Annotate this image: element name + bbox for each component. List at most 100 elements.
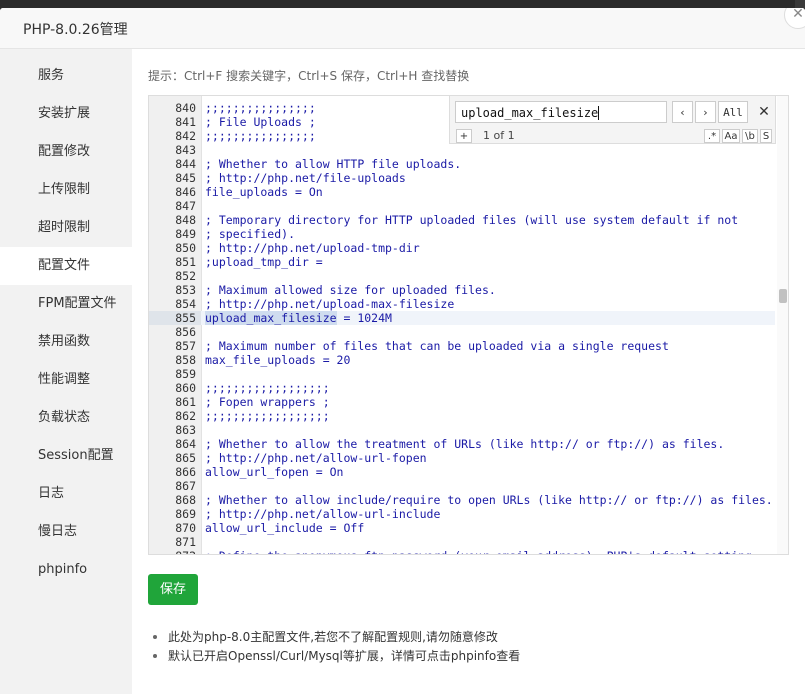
code-line[interactable]: 861 ; Fopen wrappers ; xyxy=(149,395,775,409)
line-text: ;;;;;;;;;;;;;;;; xyxy=(205,101,316,115)
line-text: ;upload_tmp_dir = xyxy=(205,255,323,269)
sidebar-item-upload-limit[interactable]: 上传限制 xyxy=(0,171,132,209)
line-number: 867 xyxy=(175,479,196,493)
editor-scrollbar[interactable] xyxy=(777,96,788,554)
code-line[interactable]: 852 xyxy=(149,269,775,283)
scrollbar-thumb[interactable] xyxy=(779,289,787,303)
line-number: 851 xyxy=(175,255,196,269)
code-line[interactable]: 844 ; Whether to allow HTTP file uploads. xyxy=(149,157,775,171)
line-number: 845 xyxy=(175,171,196,185)
code-line[interactable]: 858 max_file_uploads = 20 xyxy=(149,353,775,367)
code-line[interactable]: 870 allow_url_include = Off xyxy=(149,521,775,535)
sidebar-item-service[interactable]: 服务 xyxy=(0,57,132,95)
line-text: ; Temporary directory for HTTP uploaded … xyxy=(205,213,739,227)
code-line[interactable]: 855 upload_max_filesize = 1024M xyxy=(149,311,775,325)
code-line[interactable]: 846 file_uploads = On xyxy=(149,185,775,199)
line-number: 858 xyxy=(175,353,196,367)
code-line[interactable]: 866 allow_url_fopen = On xyxy=(149,465,775,479)
dialog-title: PHP-8.0.26管理 xyxy=(23,22,128,38)
line-text: ; specified). xyxy=(205,227,296,241)
sidebar-item-config-edit[interactable]: 配置修改 xyxy=(0,133,132,171)
line-number: 842 xyxy=(175,129,196,143)
line-number: 847 xyxy=(175,199,196,213)
line-number: 848 xyxy=(175,213,196,227)
case-sensitive-toggle[interactable]: Aa xyxy=(722,129,740,143)
line-number: 866 xyxy=(175,465,196,479)
code-editor[interactable]: 840;;;;;;;;;;;;;;;; 841 ; File Uploads ; 84… xyxy=(148,95,789,555)
line-text: ; Maximum number of files that can be up… xyxy=(205,339,669,353)
line-number: 861 xyxy=(175,395,196,409)
sidebar-item-load-status[interactable]: 负载状态 xyxy=(0,399,132,437)
find-next-button[interactable]: › xyxy=(695,101,716,123)
code-line[interactable]: 860;;;;;;;;;;;;;;;;;; xyxy=(149,381,775,395)
php-manager-dialog: PHP-8.0.26管理 ✕ 服务 安装扩展 配置修改 上传限制 超时限制 配置文件 FPM… xyxy=(0,8,805,694)
search-close-icon[interactable]: ✕ xyxy=(755,101,773,123)
code-line[interactable]: 862;;;;;;;;;;;;;;;;;; xyxy=(149,409,775,423)
line-text: ; http://php.net/file-uploads xyxy=(205,171,406,185)
sidebar-item-config-file[interactable]: 配置文件 xyxy=(0,247,132,285)
sidebar: 服务 安装扩展 配置修改 上传限制 超时限制 配置文件 FPM配置文件 禁用函数 性能调整 负载状… xyxy=(0,49,132,694)
find-previous-button[interactable]: ‹ xyxy=(672,101,693,123)
sidebar-item-performance[interactable]: 性能调整 xyxy=(0,361,132,399)
code-line[interactable]: 847 xyxy=(149,199,775,213)
line-number: 862 xyxy=(175,409,196,423)
search-in-selection-toggle[interactable]: S xyxy=(760,129,772,143)
code-line[interactable]: 856 xyxy=(149,325,775,339)
line-text: ; http://php.net/upload-tmp-dir xyxy=(205,241,420,255)
code-line[interactable]: 867 xyxy=(149,479,775,493)
sidebar-item-session[interactable]: Session配置 xyxy=(0,437,132,475)
search-match: upload_max_filesize xyxy=(205,311,337,325)
code-line[interactable]: 851 ;upload_tmp_dir = xyxy=(149,255,775,269)
sidebar-item-timeout-limit[interactable]: 超时限制 xyxy=(0,209,132,247)
code-line[interactable]: 872 ; Define the anonymous ftp password (… xyxy=(149,549,775,554)
sidebar-item-log[interactable]: 日志 xyxy=(0,475,132,513)
code-line[interactable]: 857 ; Maximum number of files that can be… xyxy=(149,339,775,353)
code-line[interactable]: 843 xyxy=(149,143,775,157)
regex-toggle[interactable]: .* xyxy=(704,129,720,143)
line-text: upload_max_filesize = 1024M xyxy=(205,311,392,325)
code-line[interactable]: 868 ; Whether to allow include/require to… xyxy=(149,493,775,507)
code-line[interactable]: 854 ; http://php.net/upload-max-filesize xyxy=(149,297,775,311)
line-text: ;;;;;;;;;;;;;;;;;; xyxy=(205,381,330,395)
notes-list: 此处为php-8.0主配置文件,若您不了解配置规则,请勿随意修改 默认已开启Ope… xyxy=(153,628,520,666)
code-line[interactable]: 850 ; http://php.net/upload-tmp-dir xyxy=(149,241,775,255)
code-line[interactable]: 863 xyxy=(149,423,775,437)
search-input[interactable]: upload_max_filesize xyxy=(455,101,667,123)
note-item: 默认已开启Openssl/Curl/Mysql等扩展，详情可点击phpinfo查… xyxy=(153,647,520,666)
sidebar-item-disabled-functions[interactable]: 禁用函数 xyxy=(0,323,132,361)
line-number: 852 xyxy=(175,269,196,283)
whole-word-toggle[interactable]: \b xyxy=(742,129,758,143)
line-text: ; http://php.net/allow-url-fopen xyxy=(205,451,427,465)
sidebar-item-fpm-config[interactable]: FPM配置文件 xyxy=(0,285,132,323)
line-number: 863 xyxy=(175,423,196,437)
line-text: ; Whether to allow the treatment of URLs… xyxy=(205,437,725,451)
search-panel: upload_max_filesize ‹ › All ✕ + 1 of 1 .… xyxy=(449,96,776,144)
code-line[interactable]: 871 xyxy=(149,535,775,549)
code-line[interactable]: 869 ; http://php.net/allow-url-include xyxy=(149,507,775,521)
code-line[interactable]: 859 xyxy=(149,367,775,381)
line-number: 840 xyxy=(175,101,196,115)
find-all-button[interactable]: All xyxy=(718,101,748,123)
search-query: upload_max_filesize xyxy=(461,106,599,120)
dialog-header: PHP-8.0.26管理 xyxy=(0,8,805,49)
sidebar-item-phpinfo[interactable]: phpinfo xyxy=(0,551,132,589)
note-item: 此处为php-8.0主配置文件,若您不了解配置规则,请勿随意修改 xyxy=(153,628,520,647)
sidebar-item-install-ext[interactable]: 安装扩展 xyxy=(0,95,132,133)
line-text: ; http://php.net/upload-max-filesize xyxy=(205,297,455,311)
line-text: ; File Uploads ; xyxy=(205,115,316,129)
code-line[interactable]: 845 ; http://php.net/file-uploads xyxy=(149,171,775,185)
line-number: 854 xyxy=(175,297,196,311)
save-button[interactable]: 保存 xyxy=(148,574,198,605)
code-line[interactable]: 865 ; http://php.net/allow-url-fopen xyxy=(149,451,775,465)
sidebar-item-slow-log[interactable]: 慢日志 xyxy=(0,513,132,551)
line-number: 846 xyxy=(175,185,196,199)
line-number: 843 xyxy=(175,143,196,157)
line-text: allow_url_fopen = On xyxy=(205,465,344,479)
code-line[interactable]: 864 ; Whether to allow the treatment of U… xyxy=(149,437,775,451)
toggle-replace-button[interactable]: + xyxy=(456,129,472,143)
line-text: ; Whether to allow include/require to op… xyxy=(205,493,773,507)
code-line[interactable]: 848 ; Temporary directory for HTTP upload… xyxy=(149,213,775,227)
line-number: 853 xyxy=(175,283,196,297)
code-line[interactable]: 853 ; Maximum allowed size for uploaded f… xyxy=(149,283,775,297)
code-line[interactable]: 849 ; specified). xyxy=(149,227,775,241)
